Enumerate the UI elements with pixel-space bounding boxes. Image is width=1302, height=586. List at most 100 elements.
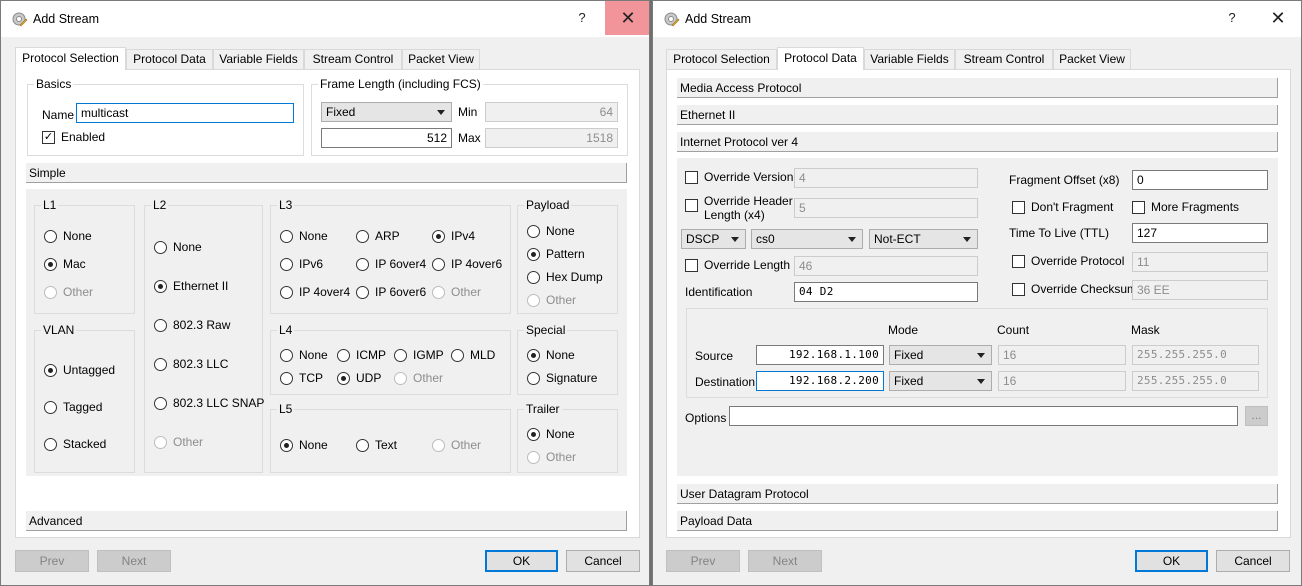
help-button[interactable]: ? bbox=[1209, 1, 1255, 35]
l4-udp-radio[interactable]: UDP bbox=[337, 371, 381, 385]
tab-protocol-selection[interactable]: Protocol Selection bbox=[15, 47, 126, 70]
l3-ipv6-radio[interactable]: IPv6 bbox=[280, 257, 323, 271]
destination-mode-select[interactable]: Fixed bbox=[889, 371, 992, 391]
next-button[interactable]: Next bbox=[748, 550, 822, 572]
source-mode-select[interactable]: Fixed bbox=[889, 345, 992, 365]
l3-none-radio[interactable]: None bbox=[280, 229, 328, 243]
vlan-untagged-radio[interactable]: Untagged bbox=[44, 363, 115, 377]
help-button[interactable]: ? bbox=[559, 1, 605, 35]
cancel-button[interactable]: Cancel bbox=[1216, 550, 1290, 572]
tab-variable-fields[interactable]: Variable Fields bbox=[864, 49, 955, 69]
ok-button[interactable]: OK bbox=[1135, 550, 1208, 572]
tab-packet-view[interactable]: Packet View bbox=[1053, 49, 1131, 69]
l5-none-radio[interactable]: None bbox=[280, 438, 328, 452]
name-input[interactable]: multicast bbox=[76, 103, 294, 123]
mac-section-header[interactable]: Media Access Protocol bbox=[677, 78, 1278, 98]
identification-input[interactable]: 04 D2 bbox=[794, 282, 978, 302]
l1-mac-radio[interactable]: Mac bbox=[44, 257, 86, 271]
cs-select[interactable]: cs0 bbox=[751, 229, 863, 249]
payload-pattern-radio[interactable]: Pattern bbox=[527, 247, 585, 261]
destination-address-input[interactable]: 192.168.2.200 bbox=[756, 371, 884, 391]
trailer-none-radio[interactable]: None bbox=[527, 427, 575, 441]
l2-802-3-raw-radio[interactable]: 802.3 Raw bbox=[154, 318, 230, 332]
options-input[interactable] bbox=[729, 406, 1238, 426]
payload-hex-dump-radio[interactable]: Hex Dump bbox=[527, 270, 603, 284]
prev-button[interactable]: Prev bbox=[666, 550, 740, 572]
tab-protocol-data[interactable]: Protocol Data bbox=[777, 47, 864, 70]
l4-none-radio[interactable]: None bbox=[280, 348, 328, 362]
ecn-select[interactable]: Not-ECT bbox=[869, 229, 978, 249]
next-button[interactable]: Next bbox=[97, 550, 171, 572]
payload-other-radio[interactable]: Other bbox=[527, 293, 576, 307]
radio-label: Text bbox=[375, 438, 398, 452]
fragment-offset-input[interactable]: 0 bbox=[1132, 170, 1268, 190]
ttl-input[interactable]: 127 bbox=[1132, 223, 1268, 243]
special-signature-radio[interactable]: Signature bbox=[527, 371, 597, 385]
prev-button[interactable]: Prev bbox=[15, 550, 89, 572]
vlan-tagged-radio[interactable]: Tagged bbox=[44, 400, 102, 414]
fragment-offset-label: Fragment Offset (x8) bbox=[1009, 173, 1120, 187]
checkbox-icon bbox=[685, 170, 698, 184]
special-none-radio[interactable]: None bbox=[527, 348, 575, 362]
close-button[interactable]: ✕ bbox=[1255, 1, 1301, 35]
tab-stream-control[interactable]: Stream Control bbox=[304, 49, 402, 69]
l2-ethernet-ii-radio[interactable]: Ethernet II bbox=[154, 279, 228, 293]
l2-other-radio[interactable]: Other bbox=[154, 435, 203, 449]
tab-protocol-data[interactable]: Protocol Data bbox=[126, 49, 213, 69]
override-protocol-checkbox[interactable]: Override Protocol bbox=[1012, 254, 1124, 268]
radio-checked-icon bbox=[432, 229, 445, 243]
l3-other-radio[interactable]: Other bbox=[432, 285, 481, 299]
l2-802-3-llc-snap-radio[interactable]: 802.3 LLC SNAP bbox=[154, 396, 264, 410]
min-label: Min bbox=[458, 105, 478, 119]
l2-none-radio[interactable]: None bbox=[154, 240, 202, 254]
radio-checked-icon bbox=[154, 279, 167, 293]
override-checksum-checkbox[interactable]: Override Checksum bbox=[1012, 282, 1137, 296]
close-button[interactable]: ✕ bbox=[605, 1, 649, 35]
advanced-section-header[interactable]: Advanced bbox=[26, 511, 627, 531]
l3-arp-radio[interactable]: ARP bbox=[356, 229, 400, 243]
chevron-down-icon bbox=[848, 237, 856, 242]
frame-length-mode-select[interactable]: Fixed bbox=[321, 102, 452, 122]
l4-mld-radio[interactable]: MLD bbox=[451, 348, 495, 362]
override-length-checkbox[interactable]: Override Length bbox=[685, 258, 790, 272]
l4-igmp-radio[interactable]: IGMP bbox=[394, 348, 444, 362]
l4-icmp-radio[interactable]: ICMP bbox=[337, 348, 386, 362]
l3-ip4over4-radio[interactable]: IP 4over4 bbox=[280, 285, 350, 299]
l3-ip4over6-radio[interactable]: IP 4over6 bbox=[432, 257, 502, 271]
override-header-length-checkbox[interactable] bbox=[685, 199, 704, 212]
tab-variable-fields[interactable]: Variable Fields bbox=[213, 49, 304, 69]
enabled-checkbox[interactable]: ✓ Enabled bbox=[42, 130, 105, 144]
l1-other-radio[interactable]: Other bbox=[44, 285, 93, 299]
tab-stream-control[interactable]: Stream Control bbox=[955, 49, 1053, 69]
ok-button[interactable]: OK bbox=[485, 550, 558, 572]
l2-802-3-llc-radio[interactable]: 802.3 LLC bbox=[154, 357, 228, 371]
l1-none-radio[interactable]: None bbox=[44, 229, 92, 243]
radio-unchecked-icon bbox=[44, 400, 57, 414]
l4-other-radio[interactable]: Other bbox=[394, 371, 443, 385]
payload-data-section-header[interactable]: Payload Data bbox=[677, 511, 1278, 531]
udp-section-header[interactable]: User Datagram Protocol bbox=[677, 484, 1278, 504]
override-version-checkbox[interactable]: Override Version bbox=[685, 170, 793, 184]
l3-ip6over4-radio[interactable]: IP 6over4 bbox=[356, 257, 426, 271]
more-fragments-checkbox[interactable]: More Fragments bbox=[1132, 200, 1239, 214]
simple-section-header[interactable]: Simple bbox=[26, 163, 627, 183]
chevron-down-icon bbox=[963, 237, 971, 242]
l5-other-radio[interactable]: Other bbox=[432, 438, 481, 452]
cancel-button[interactable]: Cancel bbox=[566, 550, 640, 572]
source-address-input[interactable]: 192.168.1.100 bbox=[756, 345, 884, 365]
tab-packet-view[interactable]: Packet View bbox=[402, 49, 480, 69]
dscp-select[interactable]: DSCP bbox=[681, 229, 746, 249]
ethernet-ii-section-header[interactable]: Ethernet II bbox=[677, 105, 1278, 125]
l3-ip6over6-radio[interactable]: IP 6over6 bbox=[356, 285, 426, 299]
options-browse-button[interactable]: ... bbox=[1245, 406, 1268, 426]
trailer-other-radio[interactable]: Other bbox=[527, 450, 576, 464]
l5-text-radio[interactable]: Text bbox=[356, 438, 397, 452]
l3-ipv4-radio[interactable]: IPv4 bbox=[432, 229, 475, 243]
l4-tcp-radio[interactable]: TCP bbox=[280, 371, 323, 385]
ipv4-section-header[interactable]: Internet Protocol ver 4 bbox=[677, 132, 1278, 152]
vlan-stacked-radio[interactable]: Stacked bbox=[44, 437, 106, 451]
tab-protocol-selection[interactable]: Protocol Selection bbox=[666, 49, 777, 69]
frame-length-input[interactable]: 512 bbox=[321, 128, 452, 148]
payload-none-radio[interactable]: None bbox=[527, 224, 575, 238]
dont-fragment-checkbox[interactable]: Don't Fragment bbox=[1012, 200, 1113, 214]
